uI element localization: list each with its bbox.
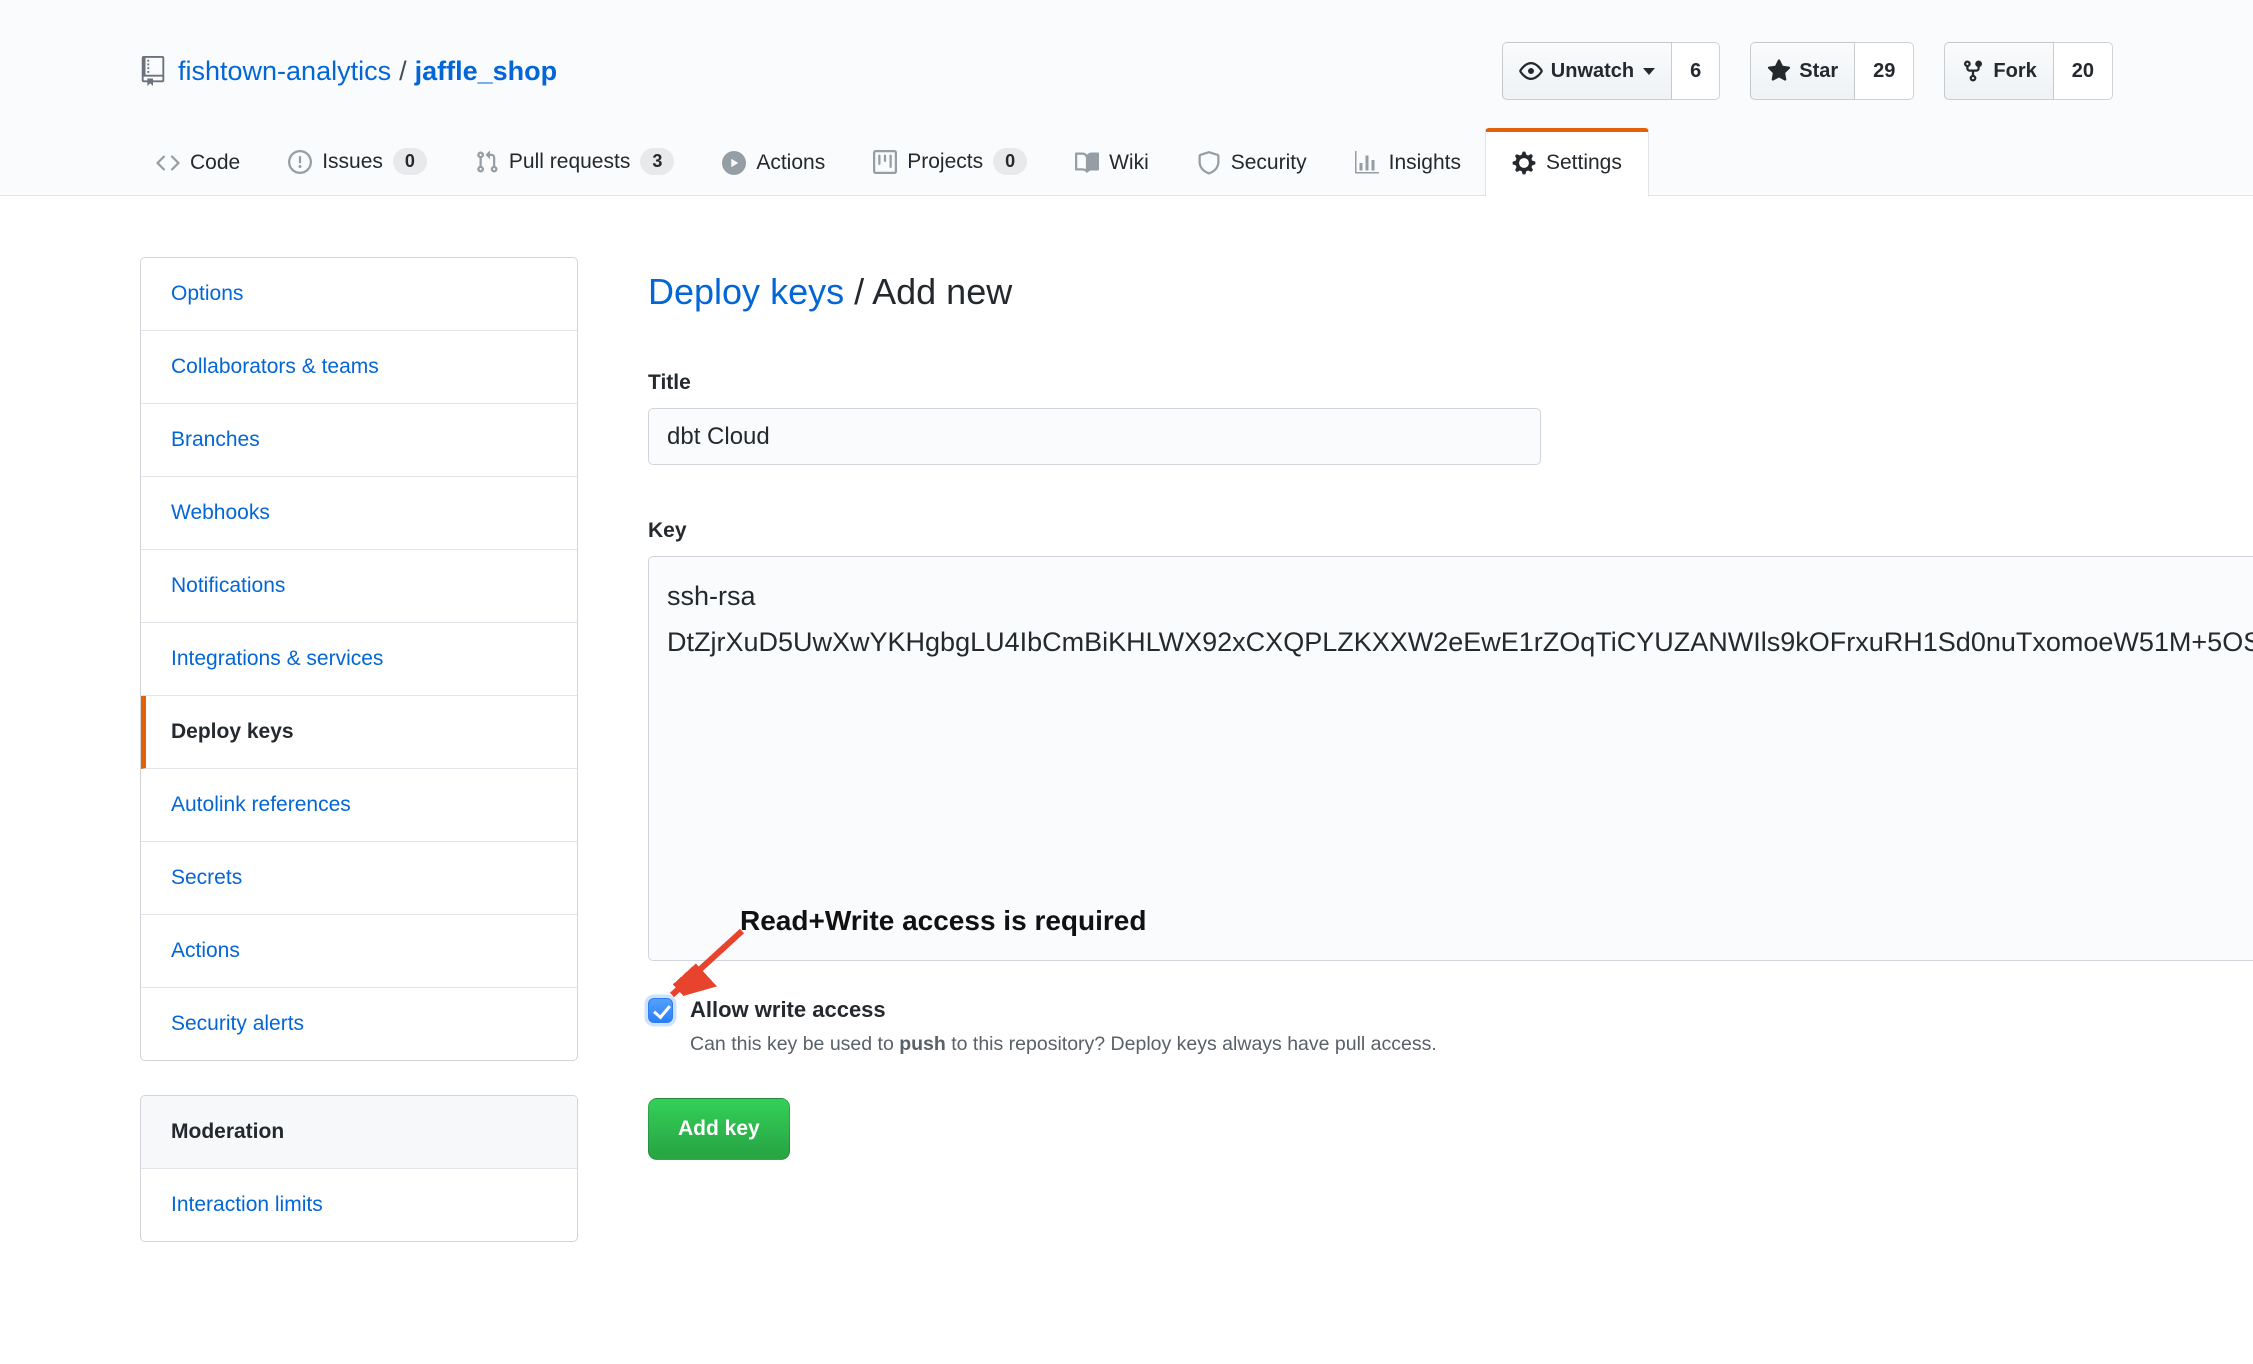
deploy-key-form-area: Deploy keys / Add new Title Key ssh-rsa … bbox=[648, 271, 2253, 1160]
sidebar-item-webhooks[interactable]: Webhooks bbox=[141, 477, 577, 550]
eye-icon bbox=[1519, 59, 1543, 83]
title-field-label: Title bbox=[648, 371, 2253, 395]
tab-label: Actions bbox=[756, 151, 825, 175]
sidebar-item-secrets[interactable]: Secrets bbox=[141, 842, 577, 915]
sidebar-item-autolink-references[interactable]: Autolink references bbox=[141, 769, 577, 842]
key-field-label: Key bbox=[648, 519, 2253, 543]
repo-header: fishtown-analytics / jaffle_shop Unwatch… bbox=[0, 0, 2253, 196]
moderation-menu: Moderation Interaction limits bbox=[140, 1095, 578, 1242]
watch-count[interactable]: 6 bbox=[1672, 42, 1720, 100]
page-title-separator: / bbox=[844, 271, 872, 312]
gear-icon bbox=[1512, 150, 1536, 176]
code-icon bbox=[156, 151, 180, 175]
sidebar-item-security-alerts[interactable]: Security alerts bbox=[141, 988, 577, 1060]
watch-button-group: Unwatch 6 bbox=[1502, 42, 1720, 100]
settings-menu: Options Collaborators & teams Branches W… bbox=[140, 257, 578, 1061]
sidebar-item-notifications[interactable]: Notifications bbox=[141, 550, 577, 623]
issues-counter: 0 bbox=[393, 148, 427, 175]
book-icon bbox=[1075, 151, 1099, 175]
allow-write-access-row: Allow write access bbox=[648, 997, 2253, 1023]
tab-projects[interactable]: Projects 0 bbox=[849, 124, 1051, 195]
fork-count[interactable]: 20 bbox=[2054, 42, 2113, 100]
tab-label: Code bbox=[190, 151, 240, 175]
tab-label: Issues bbox=[322, 150, 383, 174]
moderation-header: Moderation bbox=[141, 1096, 577, 1169]
tab-actions[interactable]: Actions bbox=[698, 127, 849, 195]
tab-label: Settings bbox=[1546, 151, 1622, 175]
graph-icon bbox=[1355, 151, 1379, 175]
tab-issues[interactable]: Issues 0 bbox=[264, 124, 451, 195]
repo-book-icon bbox=[140, 56, 166, 86]
shield-icon bbox=[1197, 151, 1221, 175]
projects-counter: 0 bbox=[993, 148, 1027, 175]
tab-label: Wiki bbox=[1109, 151, 1149, 175]
fork-icon bbox=[1961, 59, 1985, 83]
page-title: Deploy keys / Add new bbox=[648, 271, 2253, 313]
unwatch-button[interactable]: Unwatch bbox=[1502, 42, 1672, 100]
repo-owner-link[interactable]: fishtown-analytics bbox=[178, 56, 391, 87]
breadcrumb: fishtown-analytics / jaffle_shop bbox=[140, 56, 557, 87]
breadcrumb-separator: / bbox=[399, 56, 407, 87]
fork-button[interactable]: Fork bbox=[1944, 42, 2053, 100]
tab-label: Security bbox=[1231, 151, 1307, 175]
repo-tabbar: Code Issues 0 Pull requests 3 Actions bbox=[0, 124, 2253, 196]
tab-code[interactable]: Code bbox=[132, 127, 264, 195]
allow-write-access-help: Can this key be used to push to this rep… bbox=[690, 1033, 2253, 1056]
allow-write-access-checkbox[interactable] bbox=[648, 998, 673, 1023]
star-count[interactable]: 29 bbox=[1855, 42, 1914, 100]
sidebar-item-options[interactable]: Options bbox=[141, 258, 577, 331]
add-key-button[interactable]: Add key bbox=[648, 1098, 790, 1160]
settings-sidebar: Options Collaborators & teams Branches W… bbox=[140, 257, 578, 1242]
tab-insights[interactable]: Insights bbox=[1331, 127, 1485, 195]
unwatch-label: Unwatch bbox=[1551, 60, 1634, 83]
sidebar-item-integrations-services[interactable]: Integrations & services bbox=[141, 623, 577, 696]
fork-button-group: Fork 20 bbox=[1944, 42, 2113, 100]
issue-opened-icon bbox=[288, 150, 312, 174]
tab-settings[interactable]: Settings bbox=[1485, 128, 1649, 197]
fork-label: Fork bbox=[1993, 60, 2036, 83]
title-input[interactable] bbox=[648, 408, 1541, 465]
key-textarea[interactable]: ssh-rsa DtZjrXuD5UwXwYKHgbgLU4IbCmBiKHLW… bbox=[648, 556, 2253, 961]
sidebar-item-actions[interactable]: Actions bbox=[141, 915, 577, 988]
tab-security[interactable]: Security bbox=[1173, 127, 1331, 195]
caret-down-icon bbox=[1643, 68, 1655, 75]
star-icon bbox=[1767, 59, 1791, 83]
allow-write-access-label: Allow write access bbox=[690, 997, 886, 1023]
star-label: Star bbox=[1799, 60, 1838, 83]
tab-label: Insights bbox=[1389, 151, 1461, 175]
deploy-keys-link[interactable]: Deploy keys bbox=[648, 271, 844, 312]
repo-social-buttons: Unwatch 6 Star 29 F bbox=[1502, 42, 2113, 100]
pull-requests-counter: 3 bbox=[640, 148, 674, 175]
tab-wiki[interactable]: Wiki bbox=[1051, 127, 1173, 195]
sidebar-item-branches[interactable]: Branches bbox=[141, 404, 577, 477]
repo-name-link[interactable]: jaffle_shop bbox=[415, 56, 558, 87]
sidebar-item-interaction-limits[interactable]: Interaction limits bbox=[141, 1169, 577, 1241]
tab-label: Pull requests bbox=[509, 150, 630, 174]
sidebar-item-deploy-keys[interactable]: Deploy keys bbox=[141, 696, 577, 769]
star-button-group: Star 29 bbox=[1750, 42, 1914, 100]
tab-label: Projects bbox=[907, 150, 983, 174]
page-title-current: Add new bbox=[872, 271, 1012, 312]
play-icon bbox=[722, 151, 746, 175]
sidebar-item-collaborators-teams[interactable]: Collaborators & teams bbox=[141, 331, 577, 404]
pull-request-icon bbox=[475, 150, 499, 174]
project-board-icon bbox=[873, 150, 897, 174]
star-button[interactable]: Star bbox=[1750, 42, 1855, 100]
tab-pull-requests[interactable]: Pull requests 3 bbox=[451, 124, 698, 195]
